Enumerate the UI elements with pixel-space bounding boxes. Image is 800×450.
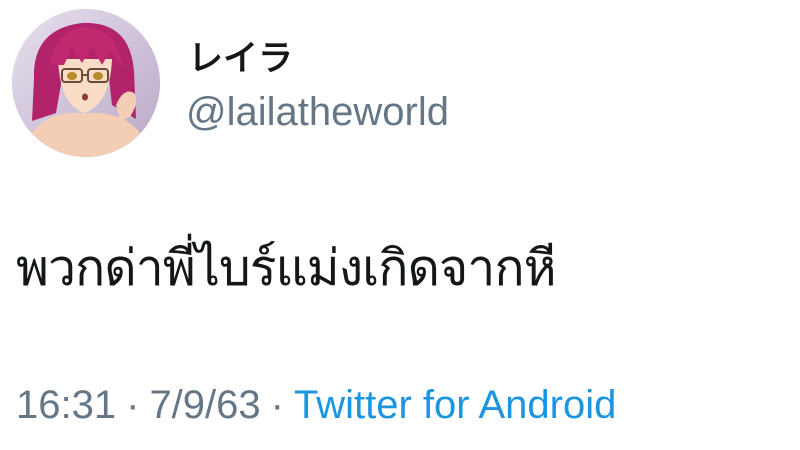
separator: · [270,383,284,427]
display-name[interactable]: レイラ [188,36,293,82]
user-handle[interactable]: @lailatheworld [186,88,449,136]
tweet-card: レイラ @lailatheworld พวกด่าพี่ไบร์แม่งเกิด… [0,0,800,450]
tweet-time[interactable]: 16:31 [16,383,116,427]
anime-girl-avatar-icon [12,9,160,157]
tweet-date[interactable]: 7/9/63 [149,383,260,427]
separator: · [126,383,140,427]
avatar[interactable] [12,9,160,157]
tweet-meta: 16:31 · 7/9/63 · Twitter for Android [16,380,616,430]
tweet-source-link[interactable]: Twitter for Android [294,383,616,427]
tweet-text: พวกด่าพี่ไบร์แม่งเกิดจากหี [16,239,557,297]
